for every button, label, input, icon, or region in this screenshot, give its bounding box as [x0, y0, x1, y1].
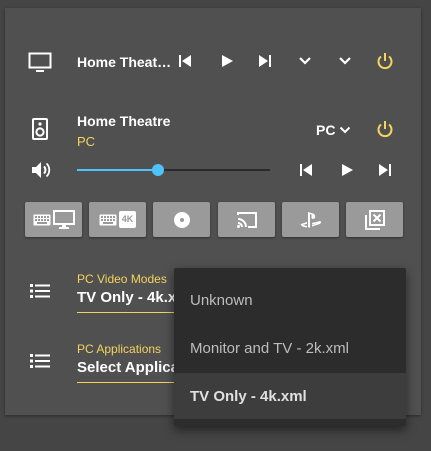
- menu-item-label: Unknown: [190, 291, 253, 309]
- select-value: TV Only - 4k.xml: [77, 289, 174, 306]
- menu-item[interactable]: Unknown: [174, 277, 406, 323]
- speaker-icon: [32, 118, 48, 140]
- cast-icon: [236, 211, 258, 229]
- video-modes-select[interactable]: PC Video Modes TV Only - 4k.xml: [77, 272, 174, 316]
- select-underline: [77, 382, 174, 383]
- slider-fill: [77, 169, 158, 171]
- menu-item[interactable]: Monitor and TV - 2k.xml: [174, 325, 406, 371]
- volume-icon[interactable]: [31, 161, 51, 179]
- list-icon: [30, 283, 50, 299]
- previous-track-icon[interactable]: [299, 163, 313, 177]
- source-select-value: PC: [316, 122, 336, 138]
- media-player-title: Home Theatre: [77, 113, 171, 129]
- disc-button[interactable]: [153, 202, 210, 237]
- play-icon[interactable]: [340, 163, 354, 177]
- select-value: Select Application: [77, 359, 174, 376]
- slider-thumb[interactable]: [152, 164, 164, 176]
- keyboard-icon: [33, 214, 51, 226]
- playstation-button[interactable]: [282, 202, 339, 237]
- list-icon: [30, 353, 50, 369]
- chevron-down-icon[interactable]: [298, 56, 312, 66]
- keyboard-4k-button[interactable]: 4K: [89, 202, 146, 237]
- video-modes-dropdown-menu: Unknown Monitor and TV - 2k.xml TV Only …: [174, 268, 406, 426]
- previous-track-icon[interactable]: [178, 54, 192, 68]
- chevron-down-icon[interactable]: [338, 56, 352, 66]
- current-source-text: PC: [77, 134, 96, 149]
- 4k-badge-icon: 4K: [118, 211, 137, 228]
- monitor-icon: [52, 209, 75, 230]
- power-icon[interactable]: [376, 120, 394, 138]
- next-track-icon[interactable]: [258, 54, 272, 68]
- tv-icon: [28, 52, 52, 74]
- next-track-icon[interactable]: [378, 163, 392, 177]
- volume-slider[interactable]: [77, 164, 270, 176]
- applications-select[interactable]: PC Applications Select Application: [77, 342, 174, 386]
- playstation-icon: [299, 211, 323, 229]
- cast-button[interactable]: [218, 202, 275, 237]
- keyboard-icon: [99, 214, 117, 226]
- play-icon[interactable]: [220, 54, 234, 68]
- disc-icon: [173, 211, 191, 229]
- source-select[interactable]: PC: [316, 122, 351, 138]
- select-underline: [77, 312, 174, 313]
- select-label: PC Applications: [77, 342, 162, 356]
- menu-item-label: Monitor and TV - 2k.xml: [190, 339, 349, 357]
- menu-item-label: TV Only - 4k.xml: [190, 387, 307, 405]
- chevron-down-icon: [339, 126, 351, 135]
- close-box-button[interactable]: [346, 202, 403, 237]
- menu-item[interactable]: TV Only - 4k.xml: [174, 373, 406, 419]
- close-box-icon: [364, 209, 386, 231]
- select-label: PC Video Modes: [77, 272, 167, 286]
- media-player-title: Home Theat…: [77, 54, 172, 70]
- power-icon[interactable]: [376, 52, 394, 70]
- keyboard-monitor-button[interactable]: [25, 202, 82, 237]
